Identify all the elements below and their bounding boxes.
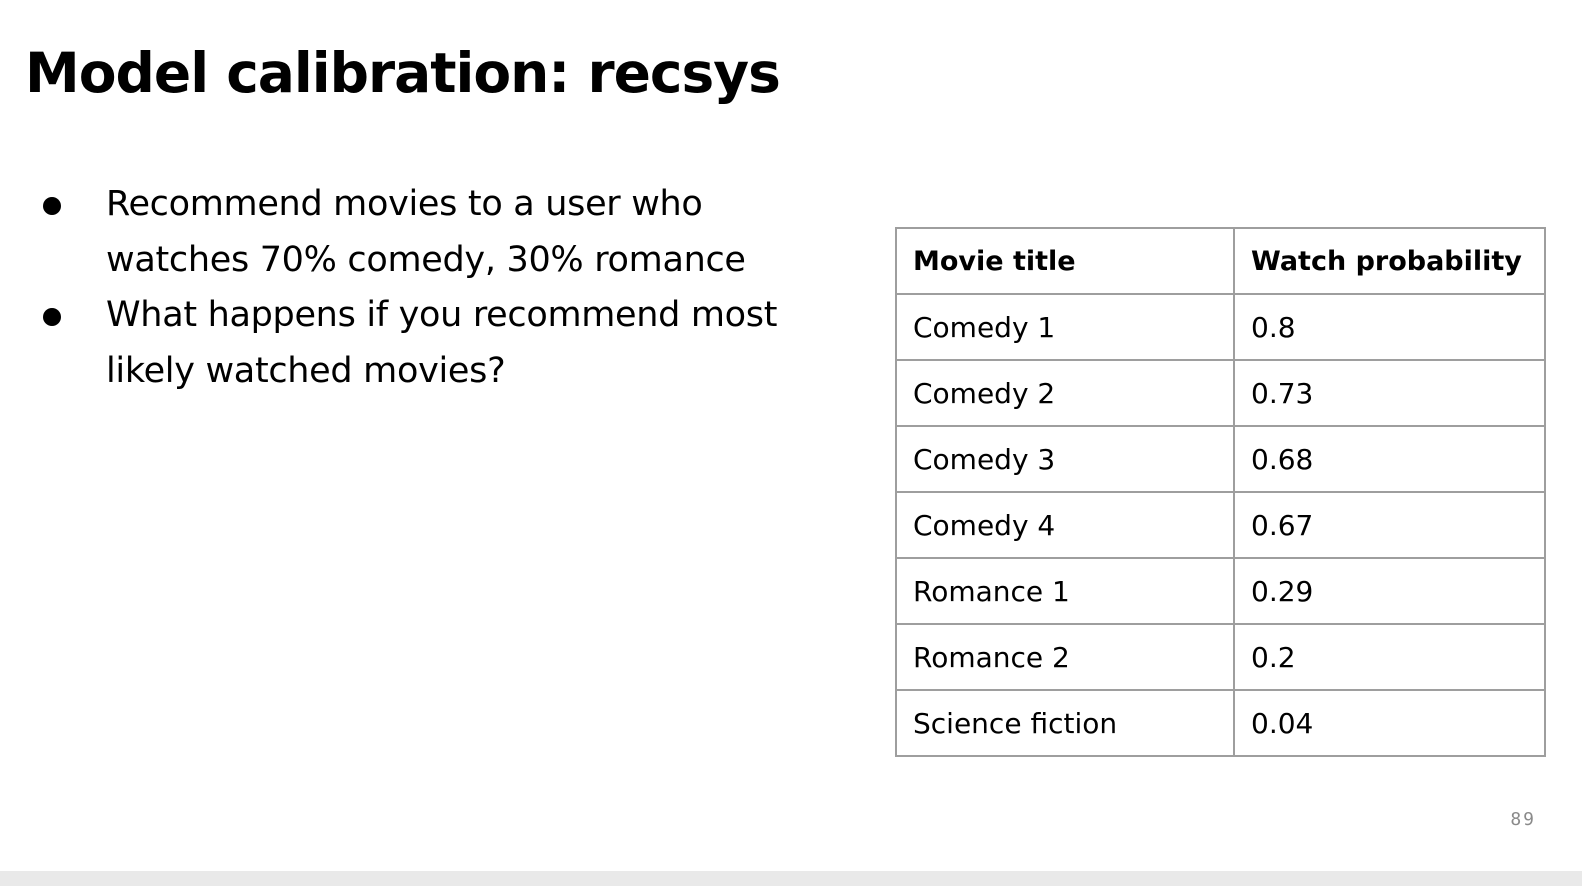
movie-title-cell: Comedy 4 [895,491,1235,559]
watch-probability-cell: 0.67 [1233,491,1546,559]
table-row: Comedy 1 0.8 [895,293,1546,361]
watch-probability-cell: 0.29 [1233,557,1546,625]
header-watch-probability: Watch probability [1233,227,1546,295]
page-number: 89 [1510,809,1536,830]
table-row: Comedy 4 0.67 [895,491,1546,559]
bullet-item: What happens if you recommend most likel… [0,288,820,399]
bullet-list: Recommend movies to a user who watches 7… [0,177,820,399]
table-header-row: Movie title Watch probability [895,227,1546,295]
movie-probability-table: Movie title Watch probability Comedy 1 0… [895,227,1546,757]
bullet-item: Recommend movies to a user who watches 7… [0,177,820,288]
bullet-text: What happens if you recommend most likel… [106,295,778,391]
watch-probability-cell: 0.2 [1233,623,1546,691]
table-row: Comedy 2 0.73 [895,359,1546,427]
movie-title-cell: Science fiction [895,689,1235,757]
movie-title-cell: Comedy 3 [895,425,1235,493]
bullet-dot-icon [43,308,61,326]
movie-title-cell: Comedy 1 [895,293,1235,361]
table-row: Romance 1 0.29 [895,557,1546,625]
table-row: Romance 2 0.2 [895,623,1546,691]
table-row: Science fiction 0.04 [895,689,1546,757]
movie-title-cell: Romance 1 [895,557,1235,625]
watch-probability-cell: 0.68 [1233,425,1546,493]
watch-probability-cell: 0.73 [1233,359,1546,427]
slide-title: Model calibration: recsys [25,41,781,105]
bullet-text: Recommend movies to a user who watches 7… [106,184,746,280]
watch-probability-cell: 0.8 [1233,293,1546,361]
movie-title-cell: Comedy 2 [895,359,1235,427]
bullet-dot-icon [43,197,61,215]
slide: Model calibration: recsys Recommend movi… [0,0,1582,871]
movie-title-cell: Romance 2 [895,623,1235,691]
watch-probability-cell: 0.04 [1233,689,1546,757]
table-row: Comedy 3 0.68 [895,425,1546,493]
header-movie-title: Movie title [895,227,1235,295]
